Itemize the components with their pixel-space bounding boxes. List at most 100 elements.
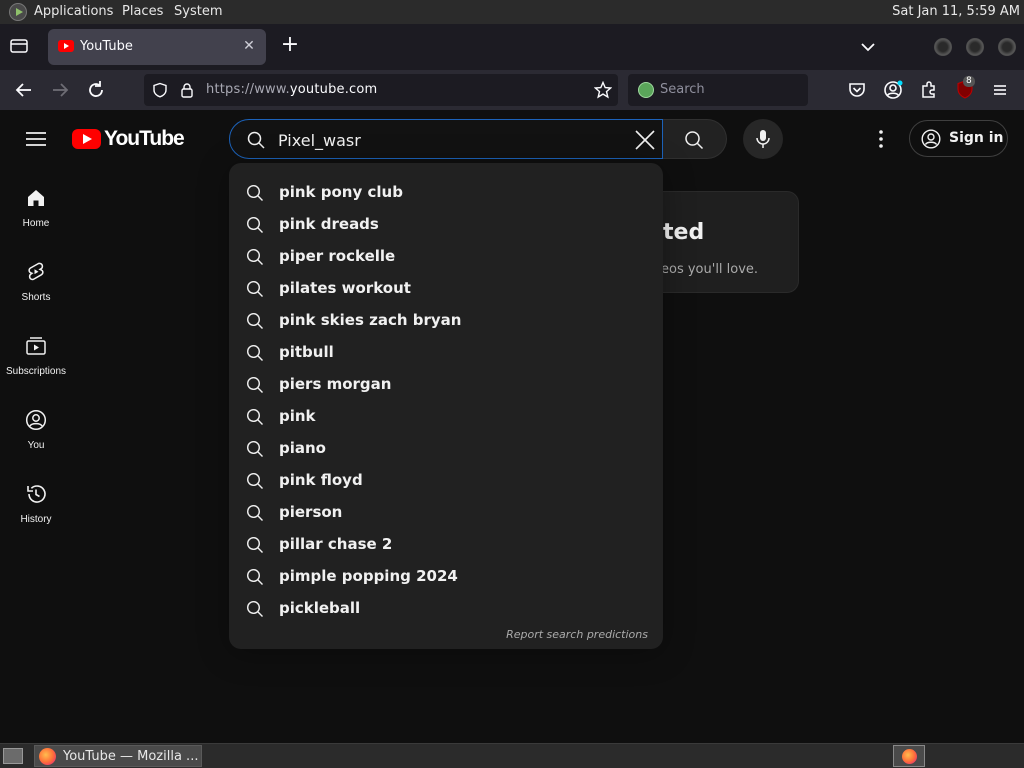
shorts-icon [28, 262, 44, 281]
guide-item-shorts[interactable]: Shorts [0, 260, 72, 324]
suggestion-item[interactable]: pitbull [229, 337, 663, 369]
search-icon [246, 248, 263, 265]
chevron-down-icon[interactable] [858, 38, 878, 56]
voice-search-button[interactable] [743, 119, 783, 159]
suggestion-item[interactable]: pillar chase 2 [229, 529, 663, 561]
taskbar-window-label: YouTube — Mozilla ... [63, 749, 199, 764]
search-button[interactable] [663, 119, 727, 159]
youtube-page: YouTube Pixel_wasr Sign in Home Shorts S… [0, 110, 1024, 743]
extensions-icon[interactable] [917, 78, 941, 102]
top-panel: Applications Places System Sat Jan 11, 5… [0, 0, 1024, 24]
you-icon [25, 409, 47, 431]
url-bar[interactable]: https://www.youtube.com [144, 74, 618, 106]
suggestion-item[interactable]: pierson [229, 497, 663, 529]
search-icon [246, 568, 263, 585]
search-icon [247, 131, 265, 149]
microphone-icon [756, 130, 770, 148]
hamburger-menu-icon[interactable] [988, 78, 1012, 102]
search-engine-icon[interactable] [638, 82, 654, 98]
workspace-switcher[interactable] [893, 745, 925, 767]
suggestion-text: pilates workout [279, 279, 411, 297]
history-icon [27, 485, 46, 503]
guide-menu-icon[interactable] [22, 127, 50, 151]
suggestion-text: pillar chase 2 [279, 535, 393, 553]
tab-title: YouTube [80, 39, 133, 54]
minimize-window-button[interactable] [934, 38, 952, 56]
reload-icon[interactable] [84, 78, 108, 102]
search-icon [246, 280, 263, 297]
forward-icon[interactable] [48, 78, 72, 102]
close-tab-icon[interactable]: ✕ [240, 37, 258, 55]
search-input[interactable] [278, 129, 618, 151]
back-icon[interactable] [12, 78, 36, 102]
youtube-logo[interactable]: YouTube [72, 127, 185, 153]
suggestion-item[interactable]: pink pony club [229, 177, 663, 209]
guide-item-you[interactable]: You [0, 408, 72, 472]
tab-strip: YouTube ✕ + [0, 24, 1024, 70]
report-predictions-link[interactable]: Report search predictions [506, 628, 648, 641]
suggestion-text: pink skies zach bryan [279, 311, 462, 329]
suggestion-item[interactable]: pickleball [229, 593, 663, 625]
suggestion-item[interactable]: pink floyd [229, 465, 663, 497]
show-desktop-icon[interactable] [3, 748, 23, 764]
guide-label: History [20, 514, 52, 525]
guide-item-history[interactable]: History [0, 482, 72, 546]
tab-youtube[interactable]: YouTube ✕ [48, 29, 266, 65]
sign-in-label: Sign in [949, 130, 1004, 146]
suggestion-item[interactable]: piano [229, 433, 663, 465]
suggestion-item[interactable]: pink skies zach bryan [229, 305, 663, 337]
places-menu[interactable]: Places [122, 4, 163, 19]
youtube-wordmark: YouTube [104, 127, 185, 150]
ublock-origin-icon[interactable]: 8 [953, 76, 977, 102]
taskbar-window-firefox[interactable]: YouTube — Mozilla ... [34, 745, 202, 767]
suggestion-text: pimple popping 2024 [279, 567, 458, 585]
clear-search-icon[interactable] [632, 127, 658, 153]
firefox-icon [39, 748, 56, 765]
maximize-window-button[interactable] [966, 38, 984, 56]
guide-label: Subscriptions [5, 366, 67, 377]
suggestion-item[interactable]: pimple popping 2024 [229, 561, 663, 593]
search-icon [246, 184, 263, 201]
more-options-icon[interactable] [866, 127, 896, 151]
suggestion-text: piers morgan [279, 375, 392, 393]
url-host: youtube.com [289, 82, 378, 97]
suggestion-item[interactable]: pilates workout [229, 273, 663, 305]
guide-item-subscriptions[interactable]: Subscriptions [0, 334, 72, 398]
suggestion-text: piano [279, 439, 326, 457]
suggestion-text: pierson [279, 503, 343, 521]
suggestion-text: pitbull [279, 343, 334, 361]
firefox-view-icon[interactable] [10, 38, 28, 54]
suggestion-text: pink dreads [279, 215, 379, 233]
pocket-icon[interactable] [845, 78, 869, 102]
account-circle-icon [921, 129, 941, 149]
shield-icon[interactable] [152, 82, 168, 98]
search-icon [246, 344, 263, 361]
system-menu[interactable]: System [174, 4, 222, 19]
navigation-toolbar: https://www.youtube.com Search 8 [0, 70, 1024, 110]
suggestion-item[interactable]: pink [229, 401, 663, 433]
close-window-button[interactable] [998, 38, 1016, 56]
bookmark-star-icon[interactable] [594, 81, 612, 99]
url-scheme: https://www. [206, 82, 290, 97]
search-icon [246, 536, 263, 553]
search-icon [246, 472, 263, 489]
applications-menu[interactable]: Applications [34, 4, 113, 19]
suggestion-item[interactable]: piers morgan [229, 369, 663, 401]
sign-in-button[interactable]: Sign in [909, 120, 1008, 157]
lock-icon[interactable] [180, 82, 194, 98]
search-bar[interactable]: Search [628, 74, 808, 106]
applications-menu-icon[interactable] [9, 3, 27, 21]
clock[interactable]: Sat Jan 11, 5:59 AM [892, 4, 1020, 19]
suggestion-text: pink [279, 407, 316, 425]
account-icon[interactable] [881, 78, 905, 102]
new-tab-button[interactable]: + [280, 34, 300, 58]
url-text[interactable]: https://www.youtube.com [206, 82, 377, 97]
guide-item-home[interactable]: Home [0, 186, 72, 250]
youtube-play-icon [72, 129, 101, 149]
card-title: ted [663, 220, 705, 245]
suggestion-text: piper rockelle [279, 247, 396, 265]
search-box[interactable] [229, 119, 663, 159]
suggestion-item[interactable]: piper rockelle [229, 241, 663, 273]
guide-label: You [27, 440, 45, 451]
suggestion-item[interactable]: pink dreads [229, 209, 663, 241]
